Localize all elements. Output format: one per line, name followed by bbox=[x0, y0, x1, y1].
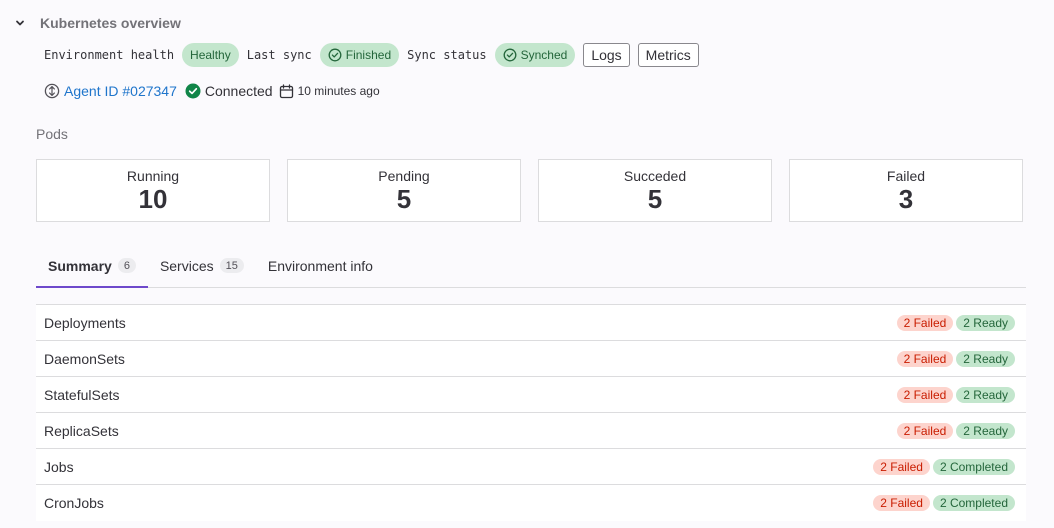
last-seen-time: 10 minutes ago bbox=[297, 84, 380, 98]
completed-badge: 2 Completed bbox=[932, 495, 1015, 511]
status-badges: 2 Failed 2 Completed bbox=[873, 458, 1015, 475]
workload-list: Deployments 2 Failed 2 Ready DaemonSets … bbox=[36, 304, 1026, 521]
agent-icon bbox=[44, 83, 60, 99]
status-badges: 2 Failed 2 Ready bbox=[896, 314, 1015, 331]
status-badges: 2 Failed 2 Ready bbox=[896, 386, 1015, 403]
status-badges: 2 Failed 2 Completed bbox=[873, 495, 1015, 511]
pods-heading: Pods bbox=[36, 126, 68, 142]
list-item[interactable]: Deployments 2 Failed 2 Ready bbox=[36, 305, 1026, 341]
workload-name: CronJobs bbox=[44, 495, 104, 511]
pod-card-value: 5 bbox=[647, 184, 663, 214]
status-badges: 2 Failed 2 Ready bbox=[896, 422, 1015, 439]
tab-count-badge: 6 bbox=[117, 258, 136, 273]
section-title: Kubernetes overview bbox=[40, 15, 181, 31]
list-item[interactable]: Jobs 2 Failed 2 Completed bbox=[36, 449, 1026, 485]
pod-card-label: Running bbox=[126, 168, 180, 184]
pod-card-value: 10 bbox=[138, 184, 168, 214]
failed-badge: 2 Failed bbox=[873, 495, 930, 511]
list-item[interactable]: ReplicaSets 2 Failed 2 Ready bbox=[36, 413, 1026, 449]
tab-count-badge: 15 bbox=[219, 258, 244, 273]
metrics-button[interactable]: Metrics bbox=[637, 42, 699, 67]
failed-badge: 2 Failed bbox=[896, 386, 954, 403]
tab-environment-info[interactable]: Environment info bbox=[256, 244, 385, 287]
tab-bar: Summary 6 Services 15 Environment info bbox=[36, 244, 1026, 288]
sync-status-value: Synched bbox=[520, 47, 568, 62]
workload-name: Deployments bbox=[44, 314, 126, 331]
chevron-down-icon[interactable] bbox=[12, 15, 28, 31]
ready-badge: 2 Ready bbox=[956, 386, 1015, 403]
workload-name: Jobs bbox=[44, 458, 74, 475]
sync-badge: Finished bbox=[319, 42, 400, 67]
status-badges: 2 Failed 2 Ready bbox=[896, 350, 1015, 367]
tab-label: Summary bbox=[48, 257, 112, 274]
list-item[interactable]: StatefulSets 2 Failed 2 Ready bbox=[36, 377, 1026, 413]
pod-card-running: Running 10 bbox=[36, 159, 270, 222]
pod-card-succeeded: Succeded 5 bbox=[538, 159, 772, 222]
tab-services[interactable]: Services 15 bbox=[148, 244, 256, 287]
sync-status-label: Sync status bbox=[407, 47, 487, 62]
failed-badge: 2 Failed bbox=[896, 350, 954, 367]
status-row: Environment health Healthy Last sync Fin… bbox=[44, 42, 707, 67]
calendar-icon bbox=[279, 83, 294, 99]
tab-label: Environment info bbox=[267, 257, 373, 274]
ready-badge: 2 Ready bbox=[956, 422, 1015, 439]
sync-label: Last sync bbox=[246, 47, 312, 62]
tab-label: Services bbox=[159, 257, 214, 274]
tab-summary[interactable]: Summary 6 bbox=[36, 244, 148, 288]
pod-card-value: 3 bbox=[898, 184, 914, 214]
failed-badge: 2 Failed bbox=[873, 458, 930, 475]
pod-card-label: Pending bbox=[378, 168, 430, 184]
workload-name: StatefulSets bbox=[44, 386, 120, 403]
logs-button[interactable]: Logs bbox=[583, 42, 630, 67]
ready-badge: 2 Ready bbox=[956, 350, 1015, 367]
pod-card-pending: Pending 5 bbox=[287, 159, 521, 222]
sync-status-badge: Synched bbox=[494, 42, 576, 67]
section-header: Kubernetes overview bbox=[12, 13, 181, 33]
check-circle-icon bbox=[503, 48, 517, 62]
pod-stats: Running 10 Pending 5 Succeded 5 Failed 3 bbox=[36, 159, 1023, 222]
check-circle-icon bbox=[328, 48, 342, 62]
failed-badge: 2 Failed bbox=[896, 314, 954, 331]
health-badge: Healthy bbox=[182, 42, 239, 67]
list-item[interactable]: DaemonSets 2 Failed 2 Ready bbox=[36, 341, 1026, 377]
connection-status: Connected bbox=[204, 83, 273, 99]
sync-value: Finished bbox=[345, 47, 392, 62]
workload-name: DaemonSets bbox=[44, 350, 125, 367]
list-item[interactable]: CronJobs 2 Failed 2 Completed bbox=[36, 485, 1026, 521]
pod-card-value: 5 bbox=[396, 184, 412, 214]
pod-card-label: Succeded bbox=[623, 168, 687, 184]
agent-id-link[interactable]: Agent ID #027347 bbox=[64, 83, 177, 99]
failed-badge: 2 Failed bbox=[896, 422, 954, 439]
health-label: Environment health bbox=[44, 47, 175, 62]
ready-badge: 2 Ready bbox=[956, 314, 1015, 331]
workload-name: ReplicaSets bbox=[44, 422, 119, 439]
agent-row: Agent ID #027347 Connected 10 minutes ag… bbox=[44, 80, 380, 102]
completed-badge: 2 Completed bbox=[932, 458, 1015, 475]
pod-card-failed: Failed 3 bbox=[789, 159, 1023, 222]
pod-card-label: Failed bbox=[886, 168, 926, 184]
health-value: Healthy bbox=[190, 47, 231, 62]
check-circle-filled-icon bbox=[185, 83, 201, 99]
